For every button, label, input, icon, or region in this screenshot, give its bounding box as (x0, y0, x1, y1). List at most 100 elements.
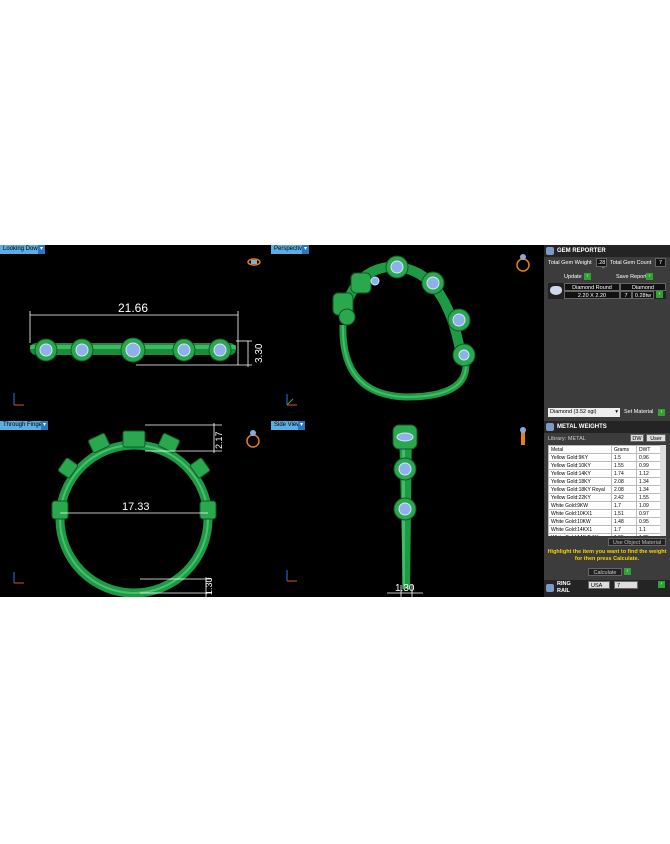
table-row[interactable]: White Gold:10KW 1.48 0.95 (548, 517, 662, 526)
calculate-button[interactable]: Calculate (588, 568, 622, 576)
gem-size: 2.20 X 2.20 (564, 291, 620, 299)
perspective-canvas (286, 254, 530, 406)
metal-weights-table-wrapper: Metal Grams DWT Yellow Gold:9KY 1.5 0.96 Ye… (548, 445, 666, 536)
ring-rail-title-2: RAIL (557, 588, 570, 594)
viewport-through-finger[interactable]: 17.33 2.17 1.30 Through Finger ▾ (0, 421, 269, 597)
gem-type: Diamond (620, 283, 666, 291)
dwt-cell: 1.55 (636, 493, 662, 502)
dwt-cell: 0.99 (636, 461, 662, 470)
grams-cell: 1.95 (611, 533, 637, 536)
material-select[interactable]: Diamond (3.52 sgi) ▾ (548, 408, 620, 417)
diamond-gem-icon (550, 286, 562, 295)
ring-rail-icon (546, 584, 554, 592)
cad-application: 21.66 3.30 Looking Down ▾ Perspective ▾ … (0, 245, 670, 597)
table-row[interactable]: White Gold:14KX1 1.7 1.1 (548, 525, 662, 534)
metal-name-cell: Yellow Gold:10KY (548, 461, 612, 470)
material-select-value: Diamond (3.52 sgi) (550, 409, 597, 415)
metal-name-cell: White Gold:14KX1 (548, 525, 612, 534)
looking-down-canvas: 21.66 3.30 (13, 258, 265, 406)
grams-cell: 1.55 (611, 461, 637, 470)
viewport-looking-down[interactable]: 21.66 3.30 Looking Down ▾ (0, 245, 269, 419)
table-header-row: Metal Grams DWT (548, 445, 662, 454)
table-scrollbar[interactable] (660, 445, 666, 536)
dim-width-label: 1.30 (395, 583, 415, 594)
axis-gizmo (13, 393, 24, 406)
viewport-dropdown-icon[interactable]: ▾ (302, 245, 309, 254)
total-gem-weight-label: Total Gem Weight (548, 260, 592, 266)
through-finger-canvas: 17.33 2.17 1.30 (13, 423, 260, 597)
col-dwt: DWT (636, 445, 662, 454)
ring-size-select[interactable]: 7 (614, 581, 638, 589)
grams-cell: 2.08 (611, 485, 637, 494)
save-report-button[interactable]: Save Report (616, 273, 647, 281)
metal-name-cell: Yellow Gold:9KY (548, 453, 612, 462)
gem-row-go-icon[interactable]: › (656, 291, 663, 298)
metal-weights-title: METAL WEIGHTS (557, 424, 607, 430)
ring-front-icon (246, 430, 260, 448)
side-view-canvas: 1.30 (286, 424, 526, 597)
grams-cell: 2.42 (611, 493, 637, 502)
viewport-side-view[interactable]: 1.30 Side View ▾ (271, 421, 542, 597)
metal-weights-header[interactable]: METAL WEIGHTS (544, 421, 670, 433)
table-row[interactable]: Yellow Gold:9KY 1.5 0.96 (548, 453, 662, 462)
col-grams: Grams (611, 445, 637, 454)
dwt-cell: 1.34 (636, 485, 662, 494)
metal-name-cell: Yellow Gold:18KY (548, 477, 612, 486)
viewport-perspective[interactable]: Perspective ▾ (271, 245, 542, 419)
use-object-material-button[interactable]: Use Object Material (608, 538, 666, 546)
update-button[interactable]: Update (564, 273, 582, 281)
highlight-instruction-2: for then press Calculate. (574, 556, 640, 562)
table-row[interactable]: White Gold:9KW 1.7 1.09 (548, 501, 662, 510)
dwt-cell: 1.09 (636, 501, 662, 510)
dwt-cell: 1.1 (636, 525, 662, 534)
ring-rail-go-icon[interactable]: › (658, 581, 665, 588)
chevron-down-icon: ▾ (615, 409, 618, 415)
dim-top-label: 2.17 (214, 431, 224, 449)
dwt-cell: 1.34 (636, 477, 662, 486)
gem-reporter-title: GEM REPORTER (557, 248, 606, 254)
calculate-go-icon[interactable]: › (624, 568, 631, 575)
viewport-label[interactable]: Through Finger (0, 421, 48, 430)
metal-weights-icon (546, 423, 554, 431)
dwt-cell: 1.12 (636, 469, 662, 478)
ring-view-icon (247, 258, 261, 266)
library-label: Library: METAL (548, 436, 586, 442)
region-select[interactable]: USA (588, 581, 610, 589)
dim-height-label: 3.30 (254, 343, 265, 363)
gem-reporter-header[interactable]: GEM REPORTER (544, 245, 670, 257)
metal-name-cell: White Gold:10KW (548, 517, 612, 526)
grams-cell: 1.51 (611, 509, 637, 518)
table-row[interactable]: Yellow Gold:22KY 2.42 1.55 (548, 493, 662, 502)
table-row[interactable]: Yellow Gold:18KY 2.08 1.34 (548, 477, 662, 486)
table-row[interactable]: Yellow Gold:10KY 1.55 0.99 (548, 461, 662, 470)
gem-list-row[interactable]: Diamond Round Diamond 2.20 X 2.20 7 0.28… (548, 283, 666, 299)
gem-weight: 0.28tw (632, 291, 654, 299)
viewport-dropdown-icon[interactable]: ▾ (298, 421, 305, 430)
update-go-icon[interactable]: › (584, 273, 591, 280)
dwt-cell: 0.97 (636, 509, 662, 518)
unit-user-button[interactable]: User (646, 434, 666, 442)
grams-cell: 1.74 (611, 469, 637, 478)
metal-name-cell: Yellow Gold:18KY Royal (548, 485, 612, 494)
set-material-button[interactable]: Set Material (624, 408, 653, 416)
grams-cell: 1.7 (611, 501, 637, 510)
collapse-arrow-icon[interactable]: ⌃ (601, 266, 606, 274)
grams-cell: 1.7 (611, 525, 637, 534)
ring-rail-bar: RING RAIL USA 7 › (544, 580, 670, 597)
table-row[interactable]: White Gold:10KX1 1.51 0.97 (548, 509, 662, 518)
dim-bottom-label: 1.30 (204, 577, 214, 595)
table-row[interactable]: Yellow Gold:14KY 1.74 1.12 (548, 469, 662, 478)
table-row[interactable]: Yellow Gold:18KY Royal 2.08 1.34 (548, 485, 662, 494)
metal-name-cell: White Gold:10KX1 (548, 509, 612, 518)
ring-side-icon (520, 427, 526, 445)
dwt-cell: 0.95 (636, 517, 662, 526)
gem-reporter-icon (546, 247, 554, 255)
save-report-go-icon[interactable]: › (646, 273, 653, 280)
unit-dw-button[interactable]: DW (630, 434, 644, 442)
set-material-go-icon[interactable]: › (658, 409, 665, 416)
total-gem-count-label: Total Gem Count (610, 260, 652, 266)
table-row[interactable]: White Gold:14K PdW1.951.25 (548, 533, 662, 536)
viewport-dropdown-icon[interactable]: ▾ (41, 421, 48, 430)
ring-perspective-icon (516, 254, 530, 272)
viewport-dropdown-icon[interactable]: ▾ (38, 245, 45, 254)
